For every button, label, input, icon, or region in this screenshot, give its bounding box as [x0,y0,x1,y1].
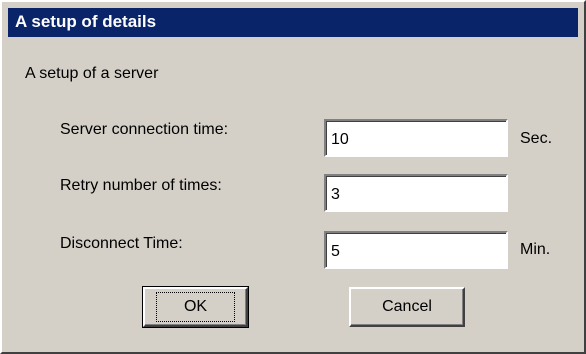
cancel-button[interactable]: Cancel [349,287,465,327]
server-connection-time-input[interactable] [324,119,508,157]
disconnect-time-unit: Min. [520,241,551,258]
server-connection-time-label: Server connection time: [60,121,229,138]
retry-count-input[interactable] [324,174,508,212]
title-bar[interactable]: A setup of details [8,8,578,37]
disconnect-time-label: Disconnect Time: [60,235,183,252]
ok-button[interactable]: OK [142,286,249,328]
server-connection-time-unit: Sec. [520,130,553,147]
ok-button-label: OK [155,292,236,322]
disconnect-time-input[interactable] [324,231,508,269]
server-setup-label: A setup of a server [25,65,159,82]
retry-count-label: Retry number of times: [60,177,222,194]
window-title: A setup of details [15,12,157,31]
setup-dialog: A setup of details A setup of a server S… [0,0,586,354]
